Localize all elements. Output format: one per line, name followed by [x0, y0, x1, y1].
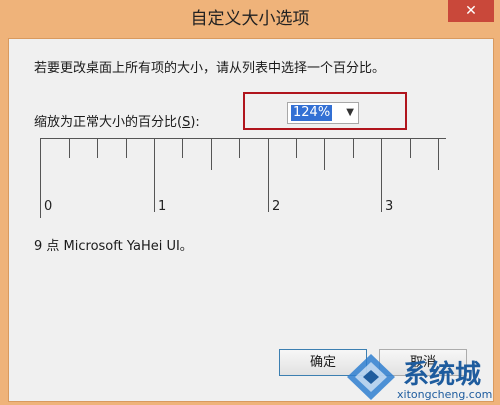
ruler-tick	[353, 138, 354, 158]
ruler-tick	[296, 138, 297, 158]
ruler-label: 0	[44, 199, 53, 214]
ruler-tick	[438, 138, 439, 170]
watermark-url: xitongcheng.com	[397, 388, 493, 401]
watermark-logo: 系统城 xitongcheng.com	[345, 350, 500, 405]
scale-label-prefix: 缩放为正常大小的百分比(	[34, 115, 183, 130]
dialog-body: 若要更改桌面上所有项的大小，请从列表中选择一个百分比。 缩放为正常大小的百分比(…	[8, 38, 494, 402]
ruler-label: 2	[272, 199, 281, 214]
ruler-tick	[69, 138, 70, 158]
ruler-tick	[324, 138, 325, 170]
instruction-text: 若要更改桌面上所有项的大小，请从列表中选择一个百分比。	[34, 61, 386, 76]
close-icon: ✕	[465, 3, 477, 19]
dialog-title: 自定义大小选项	[190, 9, 310, 29]
title-bar: 自定义大小选项 ✕	[0, 0, 500, 38]
ruler-label: 3	[385, 199, 394, 214]
scale-percentage-select[interactable]: 124% ▼	[287, 102, 359, 124]
close-button[interactable]: ✕	[448, 0, 494, 22]
watermark-icon	[347, 354, 395, 400]
selected-percentage: 124%	[291, 105, 333, 121]
font-info-text: 9 点 Microsoft YaHei UI。	[34, 239, 193, 254]
ruler-tick	[381, 138, 382, 212]
ruler-tick	[211, 138, 212, 170]
ruler-tick	[126, 138, 127, 158]
ruler-tick	[154, 138, 155, 212]
watermark-brand: 系统城	[403, 360, 482, 390]
ruler-tick	[239, 138, 240, 158]
scale-label-suffix: ):	[190, 115, 200, 130]
scale-percentage-label: 缩放为正常大小的百分比(S):	[34, 111, 200, 130]
ruler-top-line	[41, 138, 446, 139]
ruler-tick	[410, 138, 411, 158]
ruler-tick	[182, 138, 183, 158]
ruler-label: 1	[158, 199, 167, 214]
chevron-down-icon[interactable]: ▼	[346, 104, 354, 122]
scale-ruler[interactable]: 0 1 2 3	[40, 138, 446, 218]
ruler-tick	[268, 138, 269, 212]
dialog-window: 自定义大小选项 ✕ 若要更改桌面上所有项的大小，请从列表中选择一个百分比。 缩放…	[0, 0, 500, 405]
ruler-tick	[97, 138, 98, 158]
